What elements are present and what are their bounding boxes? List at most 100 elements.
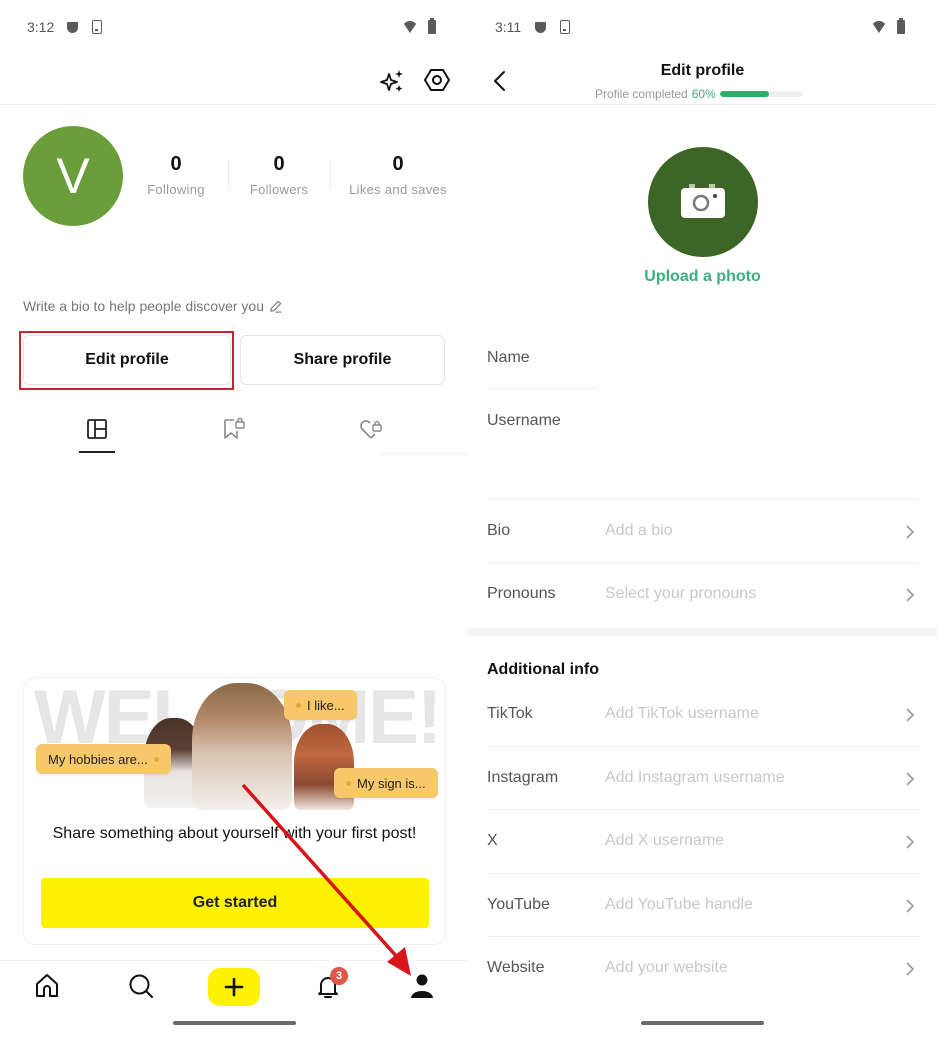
- wifi-icon: [402, 21, 418, 33]
- get-started-button[interactable]: Get started: [41, 878, 429, 928]
- home-indicator: [173, 1021, 296, 1025]
- share-profile-button[interactable]: Share profile: [240, 335, 445, 385]
- name-field-underline: [487, 388, 597, 389]
- upload-photo-button[interactable]: [648, 147, 758, 257]
- row-placeholder: Select your pronouns: [605, 585, 757, 602]
- avatar-initial: V: [56, 148, 90, 204]
- additional-info-title: Additional info: [487, 661, 599, 678]
- active-tab-indicator: [79, 451, 115, 453]
- row-label: Bio: [487, 522, 511, 539]
- stat-value: 0: [170, 153, 182, 175]
- status-time: 3:12: [27, 19, 55, 35]
- shield-icon: [67, 22, 78, 33]
- row-placeholder: Add a bio: [605, 522, 673, 539]
- row-youtube[interactable]: YouTube Add YouTube handle: [468, 876, 937, 936]
- tab-liked[interactable]: [356, 414, 386, 444]
- chevron-right-icon: [906, 899, 915, 913]
- upload-photo-link[interactable]: Upload a photo: [468, 268, 937, 286]
- stat-followers[interactable]: 0 Followers: [246, 152, 312, 197]
- profile-progress: Profile completed 60%: [595, 87, 802, 101]
- camera-icon: [681, 184, 725, 218]
- nav-home[interactable]: [32, 971, 62, 1001]
- stat-label: Following: [147, 182, 205, 197]
- progress-fill: [719, 91, 769, 97]
- status-bar: 3:12: [0, 18, 468, 38]
- chevron-right-icon: [906, 525, 915, 539]
- tab-posts[interactable]: [82, 414, 112, 444]
- bubble-dot: [296, 702, 301, 708]
- search-icon: [129, 974, 153, 998]
- page-title: Edit profile: [660, 62, 745, 79]
- edit-profile-button[interactable]: Edit profile: [23, 335, 231, 385]
- row-bio[interactable]: Bio Add a bio: [468, 502, 937, 562]
- row-label: Instagram: [487, 769, 559, 786]
- prompt-bubble: My sign is...: [334, 768, 438, 798]
- progress-label: Profile completed: [595, 87, 688, 101]
- stat-divider: [330, 160, 331, 190]
- grid-icon: [87, 419, 107, 439]
- nav-create-button[interactable]: [208, 968, 260, 1006]
- plus-icon: [224, 977, 244, 997]
- edit-profile-screen: 3:11 Edit profile Profile completed 60% …: [468, 0, 937, 1038]
- divider: [487, 936, 919, 937]
- battery-icon: [428, 18, 436, 34]
- row-website[interactable]: Website Add your website: [468, 939, 937, 999]
- bubble-text: My sign is...: [357, 775, 426, 791]
- row-pronouns[interactable]: Pronouns Select your pronouns: [468, 565, 937, 625]
- prompt-bubble: My hobbies are...: [36, 744, 171, 774]
- home-indicator: [641, 1021, 764, 1025]
- row-x[interactable]: X Add X username: [468, 812, 937, 872]
- shield-icon: [535, 22, 546, 33]
- divider: [487, 873, 919, 874]
- bio-hint-text: Write a bio to help people discover you: [23, 298, 264, 314]
- row-placeholder: Add your website: [605, 959, 728, 976]
- stat-following[interactable]: 0 Following: [146, 152, 206, 197]
- notification-badge: 3: [330, 967, 348, 985]
- welcome-text: Share something about yourself with your…: [52, 825, 417, 842]
- bookmark-lock-icon: [224, 417, 245, 439]
- heart-lock-icon: [360, 420, 382, 439]
- stat-label: Followers: [249, 182, 309, 197]
- progress-bar: [719, 91, 802, 97]
- sparkle-icon[interactable]: [378, 67, 406, 95]
- profile-icon: [411, 974, 433, 998]
- bubble-dot: [153, 756, 159, 762]
- nav-profile[interactable]: [407, 971, 437, 1001]
- progress-percent: 60%: [691, 87, 716, 101]
- row-label: X: [487, 832, 498, 849]
- tabs-divider: [380, 453, 468, 454]
- row-label: TikTok: [487, 705, 533, 722]
- stat-value: 0: [273, 153, 285, 175]
- row-label: Pronouns: [487, 585, 556, 602]
- bottom-navigation: 3: [0, 960, 468, 1010]
- edit-profile-header: Edit profile Profile completed 60%: [468, 55, 937, 105]
- tab-collections[interactable]: [219, 414, 249, 444]
- bubble-dot: [346, 780, 351, 786]
- home-icon: [36, 974, 58, 997]
- avatar[interactable]: V: [23, 126, 123, 226]
- prompt-bubble: I like...: [284, 690, 357, 720]
- nav-search[interactable]: [126, 971, 156, 1001]
- username-field-label[interactable]: Username: [487, 412, 561, 430]
- person-image: [192, 683, 292, 810]
- row-tiktok[interactable]: TikTok Add TikTok username: [468, 685, 937, 745]
- row-placeholder: Add X username: [605, 832, 725, 849]
- profile-top-bar: [0, 60, 468, 105]
- name-field-label[interactable]: Name: [487, 349, 530, 367]
- stat-value: 0: [392, 153, 404, 175]
- row-instagram[interactable]: Instagram Add Instagram username: [468, 749, 937, 809]
- divider: [487, 499, 919, 500]
- profile-screen: 3:12 V 0 Following 0 Followers 0 Likes a…: [0, 0, 468, 1038]
- row-label: YouTube: [487, 896, 550, 913]
- download-icon: [92, 20, 102, 34]
- stat-likes-saves[interactable]: 0 Likes and saves: [348, 152, 448, 197]
- divider: [487, 563, 919, 564]
- bubble-text: I like...: [307, 697, 345, 713]
- row-placeholder: Add YouTube handle: [605, 896, 753, 913]
- row-placeholder: Add Instagram username: [605, 769, 785, 786]
- hexagon-gear-icon[interactable]: [423, 66, 451, 94]
- stat-divider: [228, 160, 229, 190]
- chevron-right-icon: [906, 588, 915, 602]
- row-label: Website: [487, 959, 545, 976]
- bio-hint[interactable]: Write a bio to help people discover you: [23, 298, 283, 314]
